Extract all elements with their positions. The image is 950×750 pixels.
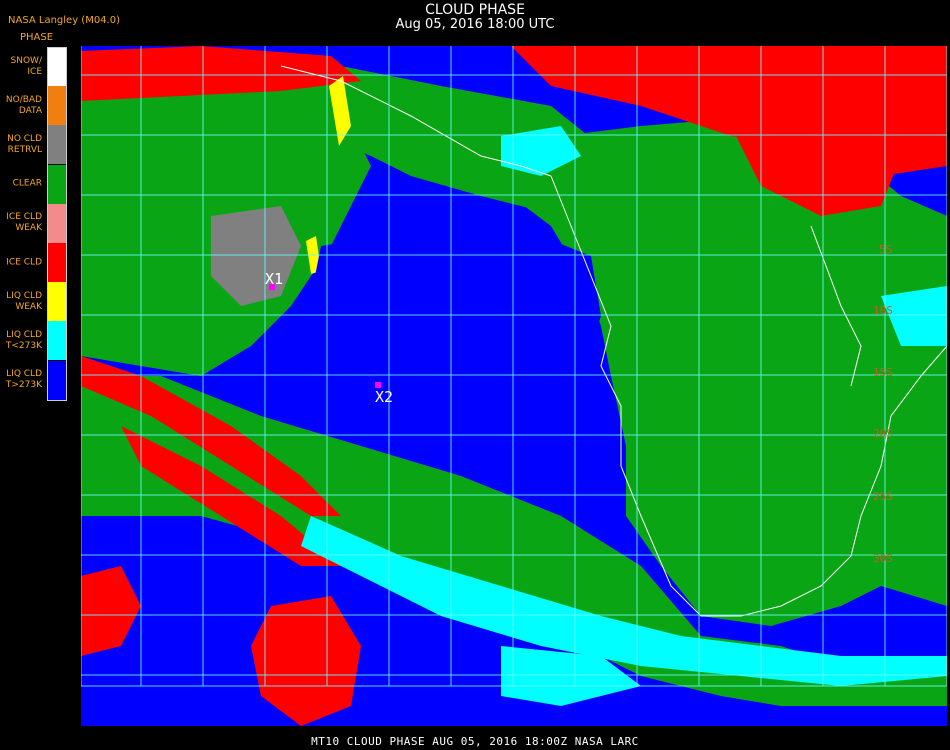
legend-label: ICE CLD — [6, 257, 42, 267]
lat-label-25s: 25S — [873, 490, 893, 503]
lat-label-5s: 5S — [879, 243, 892, 256]
legend-label: ICE CLD WEAK — [6, 212, 42, 234]
lat-label-10s: 10S — [873, 304, 893, 317]
legend-frame — [47, 47, 67, 401]
legend-label: LIQ CLD T<273K — [5, 329, 42, 351]
lat-label-15s: 15S — [873, 366, 893, 379]
lat-label-20s: 20S — [873, 427, 893, 440]
legend-label: NO CLD RETRVL — [7, 133, 42, 155]
map-image: 5S 10S 15S 20S 25S 30S X1 X2 — [81, 46, 947, 726]
lat-label-30s: 30S — [873, 552, 893, 565]
legend-label: SNOW/ ICE — [10, 55, 42, 77]
agency-label: NASA Langley (M04.0) — [8, 15, 120, 26]
legend-label: NO/BAD DATA — [5, 94, 42, 116]
marker-x2-label: X2 — [375, 388, 393, 406]
footer-caption: MT10 CLOUD PHASE AUG 05, 2016 18:00Z NAS… — [311, 735, 639, 748]
legend-label: CLEAR — [12, 178, 42, 189]
title-sub: Aug 05, 2016 18:00 UTC — [395, 17, 555, 32]
title-main: CLOUD PHASE — [425, 2, 525, 18]
marker-x1-label: X1 — [265, 270, 283, 288]
legend-label: LIQ CLD WEAK — [6, 290, 42, 312]
legend-title: PHASE — [20, 32, 54, 43]
legend-label: LIQ CLD T>273K — [5, 369, 42, 391]
